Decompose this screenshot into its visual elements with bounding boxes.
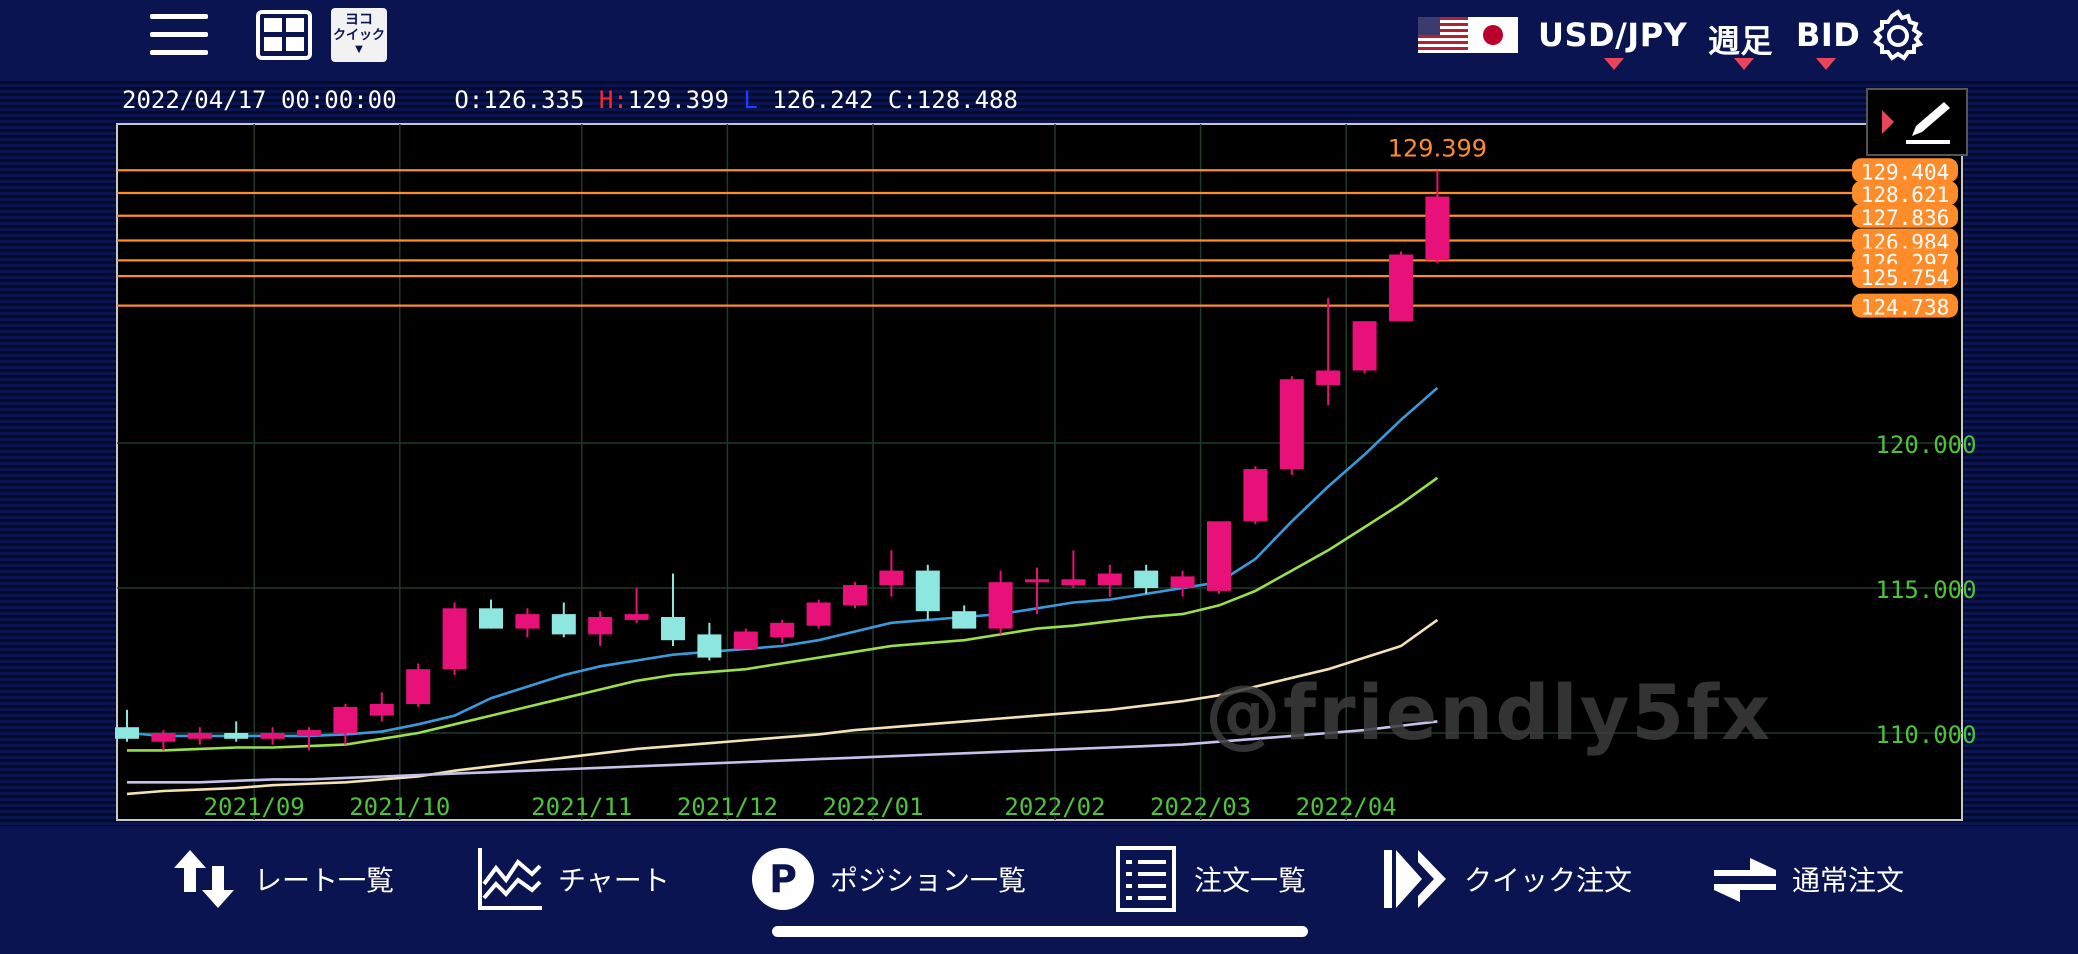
- high-marker-label: 129.399: [1388, 134, 1487, 162]
- y-tick-label: 115.000: [1875, 576, 1976, 604]
- candle-body: [297, 730, 321, 736]
- tab-position-list[interactable]: P ポジション一覧: [748, 844, 1026, 914]
- tab-position-list-label: ポジション一覧: [830, 864, 1027, 897]
- tab-chart[interactable]: チャート: [476, 844, 670, 914]
- pen-icon: [1906, 102, 1950, 144]
- fast-forward-icon: [1382, 844, 1452, 914]
- order-list-icon: [1112, 844, 1182, 914]
- candle-body: [952, 611, 977, 629]
- home-indicator: [772, 926, 1308, 937]
- tab-normal-order-label: 通常注文: [1792, 864, 1905, 897]
- tab-quick-order[interactable]: クイック注文: [1382, 844, 1632, 914]
- candle-body: [479, 608, 503, 629]
- x-tick-label: 2022/04: [1296, 793, 1397, 821]
- candle-body: [1352, 321, 1377, 371]
- candle-body: [187, 733, 212, 739]
- candle-body: [1025, 579, 1049, 583]
- candle-body: [1207, 521, 1231, 591]
- tab-rate-list-label: レート一覧: [254, 864, 395, 897]
- candle-body: [1097, 573, 1122, 586]
- watermark: @friendly5fx: [1205, 668, 1773, 757]
- candle-body: [843, 585, 867, 606]
- price-level-label: 125.754: [1861, 266, 1950, 290]
- candle-body: [369, 704, 394, 716]
- candle-body: [988, 582, 1013, 629]
- candle-body: [224, 733, 249, 739]
- candle-body: [406, 669, 431, 704]
- candle-body: [697, 634, 722, 658]
- candle-body: [915, 570, 940, 612]
- candle-body: [115, 727, 139, 739]
- candle-body: [1170, 576, 1195, 588]
- expand-arrow-icon: [1882, 110, 1894, 134]
- candle-body: [661, 617, 685, 641]
- tab-order-list-label: 注文一覧: [1194, 864, 1307, 897]
- candle-body: [624, 614, 649, 620]
- price-level-label: 127.836: [1861, 206, 1950, 230]
- position-p-icon: P: [748, 844, 818, 914]
- tab-normal-order[interactable]: 通常注文: [1710, 844, 1904, 914]
- candle-body: [770, 622, 795, 638]
- x-tick-label: 2022/02: [1004, 793, 1105, 821]
- candle-body: [1389, 254, 1413, 322]
- tab-rate-list[interactable]: レート一覧: [172, 844, 394, 914]
- tab-chart-label: チャート: [558, 864, 670, 897]
- candle-body: [1316, 370, 1341, 385]
- tab-quick-order-label: クイック注文: [1464, 864, 1633, 897]
- x-tick-label: 2021/12: [677, 793, 778, 821]
- x-tick-label: 2021/11: [531, 793, 632, 821]
- candle-body: [1425, 196, 1450, 261]
- candle-body: [879, 570, 904, 586]
- line-chart-icon: [476, 844, 546, 914]
- candle-body: [588, 617, 613, 635]
- arrows-up-down-icon: [172, 844, 242, 914]
- x-tick-label: 2021/09: [204, 793, 305, 821]
- y-tick-label: 110.000: [1875, 721, 1976, 749]
- candle-body: [333, 706, 358, 733]
- tab-order-list[interactable]: 注文一覧: [1112, 844, 1306, 914]
- candle-body: [1134, 570, 1159, 588]
- swap-arrows-icon: [1710, 844, 1780, 914]
- svg-text:P: P: [769, 857, 797, 901]
- x-tick-label: 2022/01: [822, 793, 923, 821]
- candle-body: [806, 602, 831, 626]
- price-level-label: 129.404: [1861, 160, 1950, 184]
- candlestick-chart[interactable]: 110.000 115.000 120.000 129.404128.621127.8…: [0, 0, 2078, 954]
- y-tick-label: 120.000: [1875, 431, 1976, 459]
- candle-body: [1243, 469, 1268, 522]
- candle-body: [151, 733, 176, 742]
- candle-body: [515, 614, 540, 629]
- candle-body: [1279, 379, 1304, 470]
- candle-body: [260, 733, 285, 739]
- candle-body: [733, 631, 758, 649]
- x-tick-label: 2022/03: [1150, 793, 1251, 821]
- x-tick-label: 2021/10: [349, 793, 450, 821]
- candle-body: [551, 614, 576, 635]
- candle-body: [442, 608, 467, 670]
- price-level-label: 128.621: [1861, 183, 1950, 207]
- price-level-label: 124.738: [1861, 296, 1950, 320]
- candle-body: [1061, 579, 1086, 586]
- drawing-tool-button[interactable]: [1866, 88, 1968, 156]
